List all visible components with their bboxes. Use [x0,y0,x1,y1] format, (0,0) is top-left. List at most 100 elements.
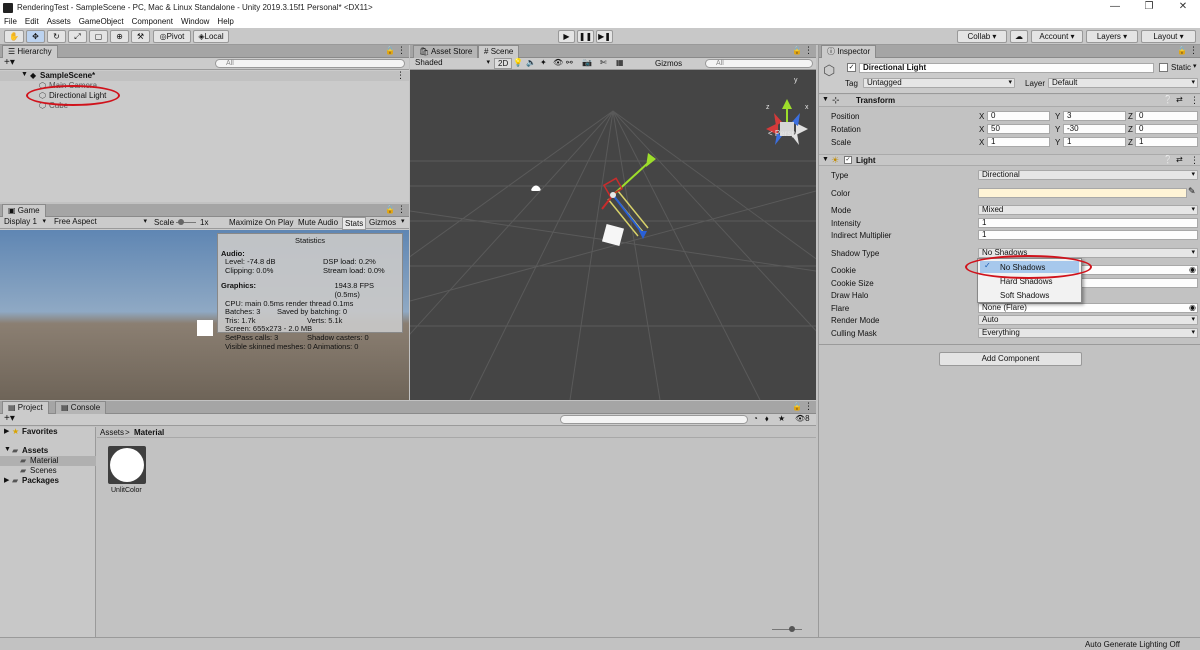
breadcrumb-material[interactable]: Material [134,428,164,437]
object-name-field[interactable]: Directional Light [859,63,1154,73]
expand-arrow-icon[interactable]: ▼ [822,156,829,163]
rotate-tool-button[interactable]: ↻ [47,30,66,43]
light-color-swatch[interactable] [978,188,1187,198]
pause-button[interactable]: ❚❚ [577,30,594,43]
tree-item-assets[interactable]: ▼ ▰ Assets [0,446,96,456]
layers-dropdown[interactable]: Layers ▾ [1086,30,1138,43]
tools-settings-icon[interactable]: ✄ [600,58,607,67]
menu-dots-icon[interactable]: ⋮ [804,45,813,56]
menu-window[interactable]: Window [181,17,209,26]
scene-view[interactable]: y z x [410,71,816,400]
chevron-down-icon[interactable]: ▾ [401,217,405,225]
menu-assets[interactable]: Assets [47,17,71,26]
preset-icon[interactable]: ⇄ [1176,155,1183,164]
maximize-on-play-button[interactable]: Maximize On Play [229,218,293,227]
add-component-button[interactable]: Add Component [939,352,1082,366]
help-icon[interactable]: ❔ [1163,155,1173,164]
cloud-button[interactable]: ☁ [1010,30,1028,43]
visibility-count-icon[interactable]: 👁8 [795,414,810,423]
thumbnail-size-slider[interactable] [772,629,802,630]
eyedropper-icon[interactable]: ✎ [1188,186,1196,197]
persp-label[interactable]: < Persp [768,129,796,138]
create-plus-button[interactable]: +▾ [4,57,15,68]
audio-icon[interactable]: 🔈 [526,58,536,67]
expand-arrow-icon[interactable]: ▼ [21,71,28,78]
light-mode-dropdown[interactable]: Mixed [978,205,1198,215]
move-tool-button[interactable]: ✥ [26,30,45,43]
tab-console[interactable]: ▤ Console [55,401,107,414]
camera-icon[interactable]: 📷 [582,58,592,67]
render-mode-dropdown[interactable]: Auto [978,315,1198,325]
asset-thumbnail-unlitcolor[interactable] [108,446,146,484]
hidden-objects-icon[interactable]: ⚯ [566,58,573,67]
maximize-button[interactable]: ❐ [1132,0,1166,15]
lock-icon[interactable]: 🔒 [1177,46,1187,55]
create-plus-button[interactable]: +▾ [4,413,15,424]
rect-tool-button[interactable]: ▢ [89,30,108,43]
layer-dropdown[interactable]: Default [1048,78,1198,88]
shadow-option-soft-shadows[interactable]: Soft Shadows [980,289,1079,301]
custom-tool-button[interactable]: ⚒ [131,30,150,43]
scale-z-field[interactable]: 1 [1135,137,1198,147]
lock-icon[interactable]: 🔒 [792,46,802,55]
display-dropdown[interactable]: Display 1 [1,218,48,228]
transform-tool-button[interactable]: ⊕ [110,30,129,43]
scene-search-input[interactable]: All [705,59,813,68]
rotation-z-field[interactable]: 0 [1135,124,1198,134]
component-menu-icon[interactable]: ⋮ [1190,95,1199,106]
local-toggle[interactable]: ◈Local [193,30,229,43]
account-dropdown[interactable]: Account ▾ [1031,30,1083,43]
search-by-label-icon[interactable]: ⬧ [765,414,769,424]
close-button[interactable]: ✕ [1166,0,1200,15]
pivot-toggle[interactable]: ◎Pivot [153,30,191,43]
lock-icon[interactable]: 🔒 [385,205,395,214]
light-type-dropdown[interactable]: Directional [978,170,1198,180]
menu-component[interactable]: Component [132,17,173,26]
transform-header[interactable]: ▼ ⊹ Transform ❔ ⇄ ⋮ [819,95,1200,107]
flare-field[interactable]: None (Flare) [978,303,1198,313]
light-header[interactable]: ▼ ☀ ✓ Light ❔ ⇄ ⋮ [819,154,1200,166]
hand-tool-button[interactable]: ✋ [4,30,24,43]
object-picker-icon[interactable]: ◉ [1189,303,1196,312]
breadcrumb-assets[interactable]: Assets [100,428,124,437]
expand-arrow-icon[interactable]: ▼ [822,96,829,103]
tree-item-scenes[interactable]: ▰ Scenes [0,466,96,476]
menu-help[interactable]: Help [217,17,233,26]
layout-dropdown[interactable]: Layout ▾ [1141,30,1196,43]
intensity-field[interactable]: 1 [978,218,1198,228]
static-checkbox[interactable] [1159,63,1168,72]
expand-arrow-icon[interactable]: ▶ [4,476,9,484]
scale-tool-button[interactable]: ⤢ [68,30,87,43]
lighting-icon[interactable]: 💡 [513,58,523,67]
tag-dropdown[interactable]: Untagged [863,78,1015,88]
minimize-button[interactable]: — [1098,0,1132,15]
scale-x-field[interactable]: 1 [987,137,1050,147]
play-button[interactable]: ▶ [558,30,575,43]
expand-arrow-icon[interactable]: ▶ [4,427,9,435]
tree-item-favorites[interactable]: ▶ ★ Favorites [0,427,96,437]
scale-slider-handle[interactable] [178,219,184,225]
visibility-icon[interactable]: 👁 [553,58,563,67]
game-gizmos-dropdown[interactable]: Gizmos [369,218,396,227]
tab-asset-store[interactable]: 🛍 Asset Store [413,45,479,58]
menu-dots-icon[interactable]: ⋮ [397,45,406,56]
collab-dropdown[interactable]: Collab ▾ [957,30,1007,43]
tab-scene[interactable]: # Scene [478,45,520,58]
shading-dropdown[interactable]: Shaded [412,59,492,69]
aspect-dropdown[interactable]: Free Aspect [51,218,149,228]
lock-icon[interactable]: 🔒 [385,46,395,55]
scene-gizmos-dropdown[interactable]: Gizmos [655,59,682,68]
hierarchy-search-input[interactable]: All [215,59,405,68]
favorite-star-icon[interactable]: ★ [778,414,785,423]
position-y-field[interactable]: 3 [1063,111,1126,121]
active-checkbox[interactable]: ✓ [847,63,856,72]
menu-dots-icon[interactable]: ⋮ [804,401,813,412]
mute-audio-button[interactable]: Mute Audio [298,218,338,227]
thumbnail-size-handle[interactable] [789,626,795,632]
menu-gameobject[interactable]: GameObject [79,17,124,26]
preset-icon[interactable]: ⇄ [1176,95,1183,104]
component-menu-icon[interactable]: ⋮ [1190,155,1199,166]
project-search-input[interactable] [560,415,748,424]
menu-dots-icon[interactable]: ⋮ [397,204,406,215]
tree-item-material[interactable]: ▰ Material [0,456,96,466]
